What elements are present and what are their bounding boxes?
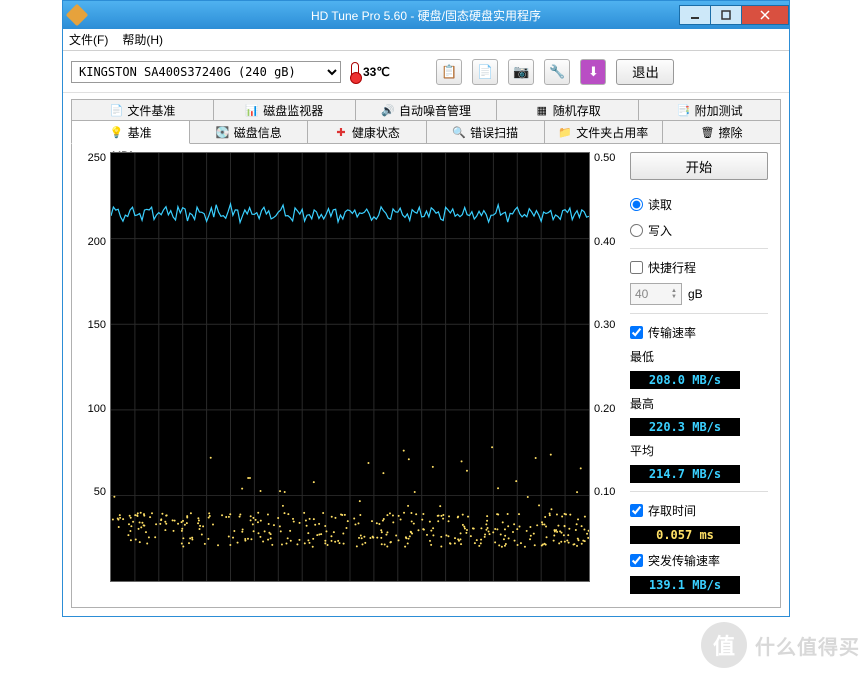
options-button[interactable]: 🔧 <box>544 59 570 85</box>
tab-health[interactable]: ✚健康状态 <box>307 120 426 144</box>
tab-folder-usage[interactable]: 📁文件夹占用率 <box>544 120 663 144</box>
tab-disk-info[interactable]: 💽磁盘信息 <box>189 120 308 144</box>
app-icon <box>66 4 89 27</box>
right-axis-unit: ms <box>570 150 585 162</box>
plot-svg <box>111 153 589 581</box>
menu-help[interactable]: 帮助(H) <box>122 31 163 48</box>
start-button[interactable]: 开始 <box>630 152 768 180</box>
burst-rate-value: 139.1 MB/s <box>630 576 740 594</box>
extra-icon: 📑 <box>677 103 691 117</box>
tab-benchmark[interactable]: 💡基准 <box>71 120 190 144</box>
thermometer-icon <box>351 62 359 82</box>
folder-icon: 📁 <box>558 125 572 139</box>
tab-disk-monitor[interactable]: 📊磁盘监视器 <box>213 99 356 121</box>
watermark: 值 什么值得买 <box>701 622 860 668</box>
transfer-rate-label: 传输速率 <box>648 324 696 341</box>
avg-value: 214.7 MB/s <box>630 465 740 483</box>
max-label: 最高 <box>630 395 768 412</box>
y-axis-left: 250 200 150 100 50 <box>80 152 110 582</box>
min-label: 最低 <box>630 348 768 365</box>
benchmark-chart <box>110 152 590 582</box>
spinner-arrows-icon: ▲▼ <box>671 288 677 300</box>
watermark-icon: 值 <box>701 622 747 668</box>
menubar: 文件(F) 帮助(H) <box>63 29 789 51</box>
tab-extra-tests[interactable]: 📑附加测试 <box>638 99 781 121</box>
tab-aam[interactable]: 🔊自动噪音管理 <box>355 99 498 121</box>
avg-label: 平均 <box>630 442 768 459</box>
access-time-label: 存取时间 <box>648 502 696 519</box>
tab-row-1: 📄文件基准 📊磁盘监视器 🔊自动噪音管理 ▦随机存取 📑附加测试 <box>71 99 781 121</box>
tab-erase[interactable]: 🗑擦除 <box>662 120 781 144</box>
tab-error-scan[interactable]: 🔍错误扫描 <box>426 120 545 144</box>
tab-file-benchmark[interactable]: 📄文件基准 <box>71 99 214 121</box>
speaker-icon: 🔊 <box>381 103 395 117</box>
write-radio[interactable] <box>630 224 643 237</box>
random-icon: ▦ <box>535 103 549 117</box>
close-button[interactable] <box>741 5 789 25</box>
toolbar: KINGSTON SA400S37240G (240 gB) 33℃ 📋 📄 📷… <box>63 51 789 93</box>
titlebar[interactable]: HD Tune Pro 5.60 - 硬盘/固态硬盘实用程序 <box>63 1 789 29</box>
menu-file[interactable]: 文件(F) <box>69 31 108 48</box>
tab-content: MB/s 250 200 150 100 50 ms <box>71 144 781 608</box>
short-stroke-label: 快捷行程 <box>648 259 696 276</box>
y-axis-right: 0.50 0.40 0.30 0.20 0.10 <box>590 152 620 582</box>
health-icon: ✚ <box>334 125 348 139</box>
window-title: HD Tune Pro 5.60 - 硬盘/固态硬盘实用程序 <box>311 7 541 24</box>
burst-rate-checkbox[interactable] <box>630 554 643 567</box>
tab-row-2: 💡基准 💽磁盘信息 ✚健康状态 🔍错误扫描 📁文件夹占用率 🗑擦除 <box>71 120 781 144</box>
disk-icon: 💽 <box>216 125 230 139</box>
read-radio[interactable] <box>630 198 643 211</box>
screenshot-button[interactable]: 📷 <box>508 59 534 85</box>
temperature-display: 33℃ <box>351 62 390 82</box>
trash-icon: 🗑 <box>700 125 714 139</box>
short-stroke-spinner[interactable]: 40▲▼ <box>630 283 682 305</box>
read-label: 读取 <box>648 196 672 213</box>
temperature-value: 33℃ <box>363 65 390 79</box>
search-icon: 🔍 <box>452 125 466 139</box>
copy-screenshot-button[interactable]: 📄 <box>472 59 498 85</box>
write-label: 写入 <box>648 222 672 239</box>
bulb-icon: 💡 <box>110 125 124 139</box>
max-value: 220.3 MB/s <box>630 418 740 436</box>
chart-icon: 📊 <box>245 103 259 117</box>
tab-random-access[interactable]: ▦随机存取 <box>496 99 639 121</box>
watermark-text: 什么值得买 <box>755 631 860 660</box>
min-value: 208.0 MB/s <box>630 371 740 389</box>
maximize-button[interactable] <box>710 5 742 25</box>
burst-rate-label: 突发传输速率 <box>648 552 720 569</box>
transfer-rate-checkbox[interactable] <box>630 326 643 339</box>
access-time-checkbox[interactable] <box>630 504 643 517</box>
side-panel: 开始 读取 写入 快捷行程 40▲▼ gB 传输速率 最低 208.0 MB/s… <box>626 152 772 599</box>
app-window: HD Tune Pro 5.60 - 硬盘/固态硬盘实用程序 文件(F) 帮助(… <box>62 0 790 617</box>
drive-select[interactable]: KINGSTON SA400S37240G (240 gB) <box>71 61 341 83</box>
access-time-value: 0.057 ms <box>630 526 740 544</box>
exit-button[interactable]: 退出 <box>616 59 674 85</box>
copy-info-button[interactable]: 📋 <box>436 59 462 85</box>
file-icon: 📄 <box>109 103 123 117</box>
chart-area: MB/s 250 200 150 100 50 ms <box>80 152 620 599</box>
save-button[interactable]: ⬇ <box>580 59 606 85</box>
minimize-button[interactable] <box>679 5 711 25</box>
short-stroke-unit: gB <box>688 287 703 301</box>
short-stroke-checkbox[interactable] <box>630 261 643 274</box>
